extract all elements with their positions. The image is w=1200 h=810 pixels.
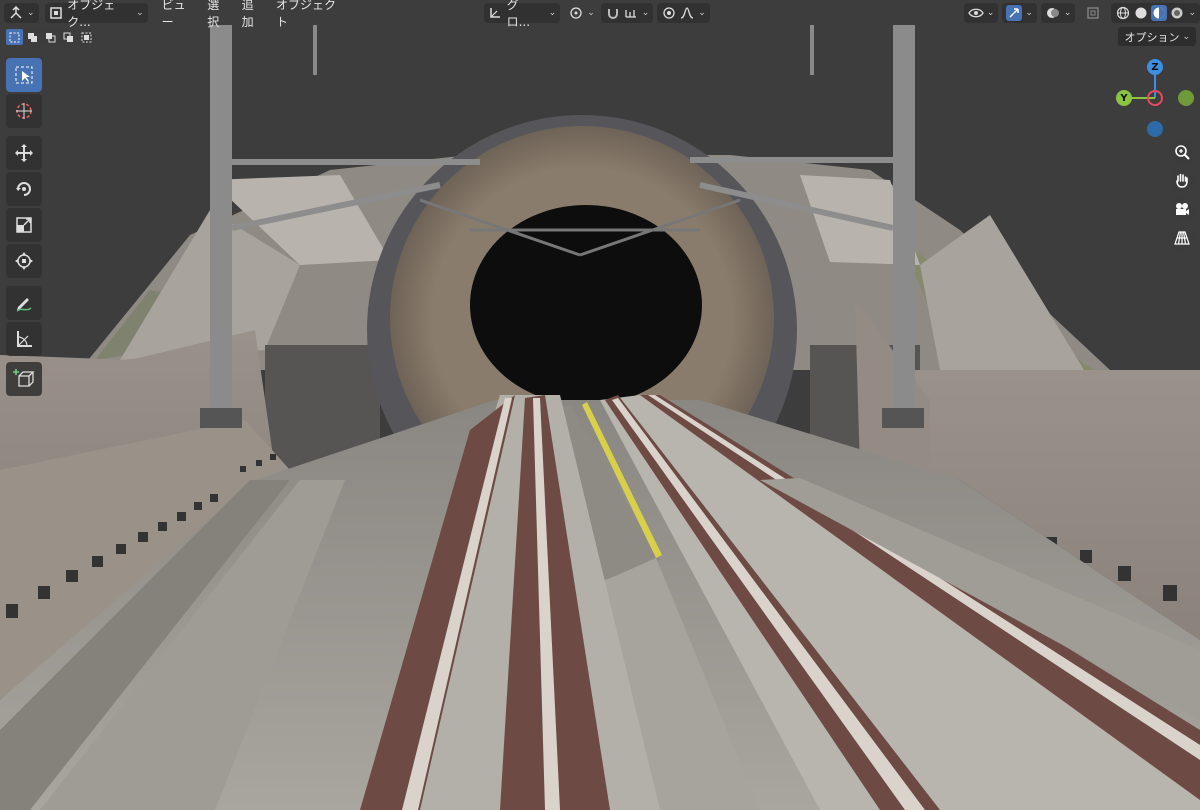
wireframe-shading-icon[interactable] bbox=[1115, 5, 1131, 21]
rotate-icon bbox=[16, 182, 31, 196]
pivot-point-button[interactable]: ⌄ bbox=[564, 3, 599, 23]
chevron-down-icon: ⌄ bbox=[587, 8, 595, 18]
chevron-down-icon: ⌄ bbox=[1063, 8, 1072, 18]
proportional-edit-toggle[interactable]: ⌄ bbox=[657, 3, 710, 23]
select-invert-icon[interactable] bbox=[60, 29, 77, 45]
orientation-label: グロ... bbox=[506, 0, 531, 29]
menu-view[interactable]: ビュー bbox=[156, 0, 202, 29]
chevron-down-icon: ⌄ bbox=[1025, 8, 1033, 18]
xray-icon bbox=[1085, 5, 1101, 21]
add-cube-tool[interactable] bbox=[6, 362, 42, 396]
gizmo-neg-z-axis[interactable] bbox=[1147, 121, 1163, 137]
menu-select[interactable]: 選択 bbox=[201, 0, 235, 29]
select-subtract-icon[interactable] bbox=[42, 29, 59, 45]
cursor-tool[interactable] bbox=[6, 94, 42, 128]
shading-group: ⌄ bbox=[1111, 3, 1200, 23]
chevron-down-icon: ⌄ bbox=[698, 8, 706, 18]
mode-select[interactable]: オブジェク... ⌄ bbox=[44, 0, 148, 29]
camera-icon bbox=[1176, 203, 1189, 215]
editor-type-icon bbox=[8, 5, 24, 21]
cursor-icon bbox=[16, 103, 32, 119]
add-cube-icon bbox=[13, 369, 35, 387]
rotate-tool[interactable] bbox=[6, 172, 42, 206]
pivot-icon bbox=[568, 5, 584, 21]
snap-toggle[interactable]: ⌄ bbox=[600, 3, 654, 23]
rendered-shading-icon[interactable] bbox=[1169, 5, 1185, 21]
chevron-down-icon: ⌄ bbox=[27, 8, 35, 18]
annotate-tool[interactable] bbox=[6, 286, 42, 320]
move-tool[interactable] bbox=[6, 136, 42, 170]
gizmo-z-axis[interactable]: Z bbox=[1147, 59, 1163, 75]
visibility-button[interactable]: ⌄ bbox=[963, 3, 999, 23]
chevron-down-icon: ⌄ bbox=[986, 8, 995, 18]
xray-toggle[interactable] bbox=[1081, 3, 1105, 23]
navigation-gizmo[interactable]: Z Y bbox=[1110, 58, 1200, 138]
select-intersect-icon[interactable] bbox=[78, 29, 95, 45]
tunnel-bore bbox=[470, 205, 702, 405]
chevron-down-icon: ⌄ bbox=[136, 8, 144, 18]
chevron-down-icon: ⌄ bbox=[548, 8, 557, 18]
eye-icon bbox=[968, 5, 984, 21]
transform-tool[interactable] bbox=[6, 244, 42, 278]
falloff-icon bbox=[679, 5, 695, 21]
magnet-icon bbox=[605, 5, 621, 21]
perspective-toggle-button[interactable] bbox=[1170, 226, 1194, 250]
overlays-icon bbox=[1045, 5, 1061, 21]
move-icon bbox=[15, 144, 33, 162]
scale-tool[interactable] bbox=[6, 208, 42, 242]
zoom-icon bbox=[1175, 145, 1190, 160]
snap-increment-icon bbox=[623, 5, 639, 21]
proportional-edit-icon bbox=[661, 5, 677, 21]
scene-render bbox=[0, 0, 1200, 810]
chevron-down-icon: ⌄ bbox=[1188, 8, 1197, 18]
hand-icon bbox=[1176, 173, 1188, 188]
camera-view-button[interactable] bbox=[1170, 197, 1194, 221]
gizmo-toggle[interactable]: ⌄ bbox=[1002, 3, 1037, 23]
viewport-header: ⌄ オブジェク... ⌄ ビュー 選択 追加 オブジェクト グロ... ⌄ ⌄ bbox=[0, 0, 1200, 29]
transform-orientation-select[interactable]: グロ... ⌄ bbox=[484, 0, 561, 29]
material-shading-icon[interactable] bbox=[1151, 5, 1168, 21]
gizmo-y-label: Y bbox=[1120, 92, 1128, 104]
mast-base-right bbox=[882, 408, 924, 428]
tool-shelf bbox=[6, 58, 44, 398]
grid-perspective-icon bbox=[1174, 231, 1190, 245]
menu-object[interactable]: オブジェクト bbox=[270, 0, 349, 29]
menu-add[interactable]: 追加 bbox=[236, 0, 270, 29]
object-mode-icon bbox=[49, 5, 64, 21]
options-dropdown[interactable]: オプション ⌄ bbox=[1118, 27, 1196, 46]
axis-icon bbox=[488, 5, 502, 21]
3d-viewport[interactable]: ⌄ オブジェク... ⌄ ビュー 選択 追加 オブジェクト グロ... ⌄ ⌄ bbox=[0, 0, 1200, 810]
solid-shading-icon[interactable] bbox=[1133, 5, 1149, 21]
zoom-button[interactable] bbox=[1170, 140, 1194, 164]
select-box-icon bbox=[15, 66, 33, 84]
transform-icon bbox=[15, 252, 33, 270]
chevron-down-icon: ⌄ bbox=[1182, 31, 1190, 42]
measure-icon bbox=[17, 331, 32, 347]
annotate-icon bbox=[16, 298, 32, 312]
editor-type-button[interactable]: ⌄ bbox=[4, 3, 39, 23]
mode-label: オブジェク... bbox=[67, 0, 116, 29]
options-label: オプション bbox=[1124, 30, 1180, 44]
gizmo-z-label: Z bbox=[1151, 61, 1159, 73]
pan-button[interactable] bbox=[1170, 168, 1194, 192]
select-extend-icon[interactable] bbox=[24, 29, 41, 45]
measure-tool[interactable] bbox=[6, 322, 42, 356]
mast-left bbox=[210, 25, 232, 410]
gizmo-x-axis[interactable] bbox=[1147, 90, 1163, 106]
gizmo-icon bbox=[1006, 5, 1023, 21]
select-new-icon[interactable] bbox=[6, 29, 23, 45]
chevron-down-icon: ⌄ bbox=[641, 8, 650, 18]
select-mode-buttons bbox=[6, 29, 95, 45]
overlays-toggle[interactable]: ⌄ bbox=[1040, 3, 1076, 23]
mast-base-left bbox=[200, 408, 242, 428]
scale-icon bbox=[16, 217, 32, 233]
select-box-tool[interactable] bbox=[6, 58, 42, 92]
gizmo-neg-y-axis[interactable] bbox=[1178, 90, 1194, 106]
gizmo-y-axis[interactable]: Y bbox=[1116, 90, 1132, 106]
mast-right bbox=[893, 25, 915, 410]
